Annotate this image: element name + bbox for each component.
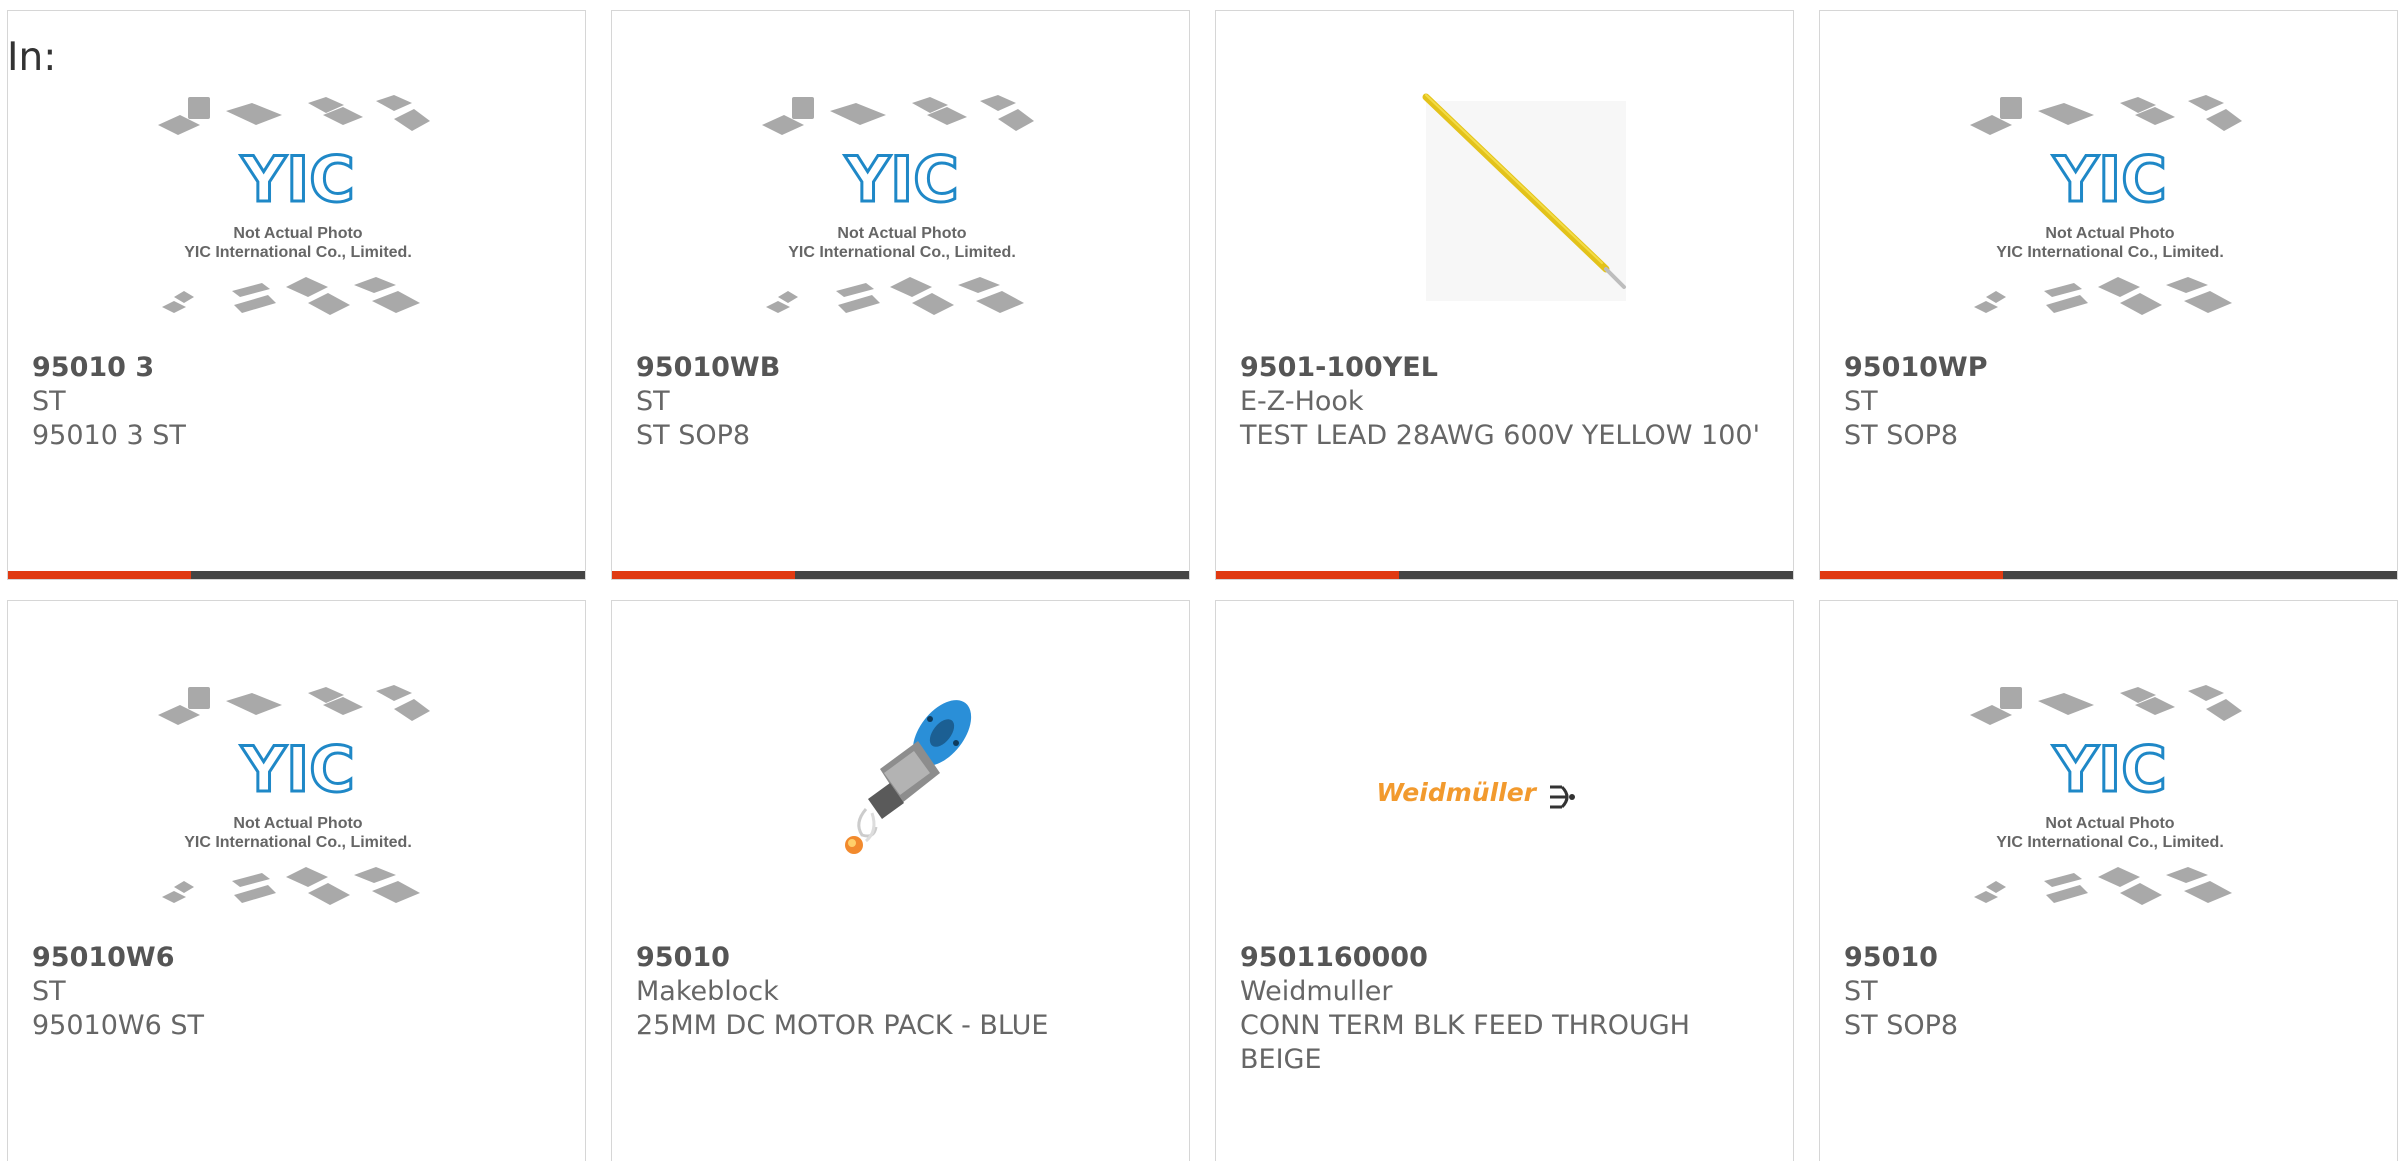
part-number[interactable]: 9501-100YEL [1240, 351, 1773, 385]
card-accent-bar [1820, 571, 2003, 579]
svg-text:YIC International Co., Limited: YIC International Co., Limited. [184, 834, 412, 851]
motor-pack-icon [844, 700, 971, 854]
product-info: 95010 Makeblock 25MM DC MOTOR PACK - BLU… [636, 941, 1169, 1043]
product-card[interactable]: YIC Not Actual Photo YIC International C… [1819, 600, 2398, 1161]
product-card[interactable]: 95010 Makeblock 25MM DC MOTOR PACK - BLU… [611, 600, 1190, 1161]
svg-text:YIC: YIC [2052, 143, 2166, 216]
svg-text:Not Actual Photo: Not Actual Photo [233, 815, 362, 832]
description: ST SOP8 [636, 420, 751, 451]
part-number[interactable]: 95010 [1844, 941, 2377, 975]
svg-text:YIC: YIC [2052, 733, 2166, 806]
yic-placeholder-icon: YIC Not Actual Photo YIC International C… [157, 685, 430, 905]
part-number[interactable]: 9501160000 [1240, 941, 1773, 975]
description: CONN TERM BLK FEED THROUGH BEIGE [1240, 1010, 1690, 1075]
svg-text:Not Actual Photo: Not Actual Photo [233, 225, 362, 242]
card-accent-bar [612, 571, 795, 579]
manufacturer: ST [1844, 976, 1878, 1007]
product-image-placeholder: YIC Not Actual Photo YIC International C… [1820, 661, 2397, 941]
card-footer-bar [1820, 571, 2397, 579]
svg-text:YIC International Co., Limited: YIC International Co., Limited. [788, 244, 1016, 261]
svg-text:Not Actual Photo: Not Actual Photo [2045, 815, 2174, 832]
product-info: 95010WP ST ST SOP8 [1844, 351, 2377, 453]
card-accent-bar [8, 571, 191, 579]
svg-text:YIC: YIC [240, 733, 354, 806]
product-image-placeholder: YIC Not Actual Photo YIC International C… [1820, 71, 2397, 351]
manufacturer: Weidmuller [1240, 976, 1393, 1007]
manufacturer: ST [636, 386, 670, 417]
product-image-placeholder: YIC Not Actual Photo YIC International C… [8, 71, 585, 351]
product-info: 95010WB ST ST SOP8 [636, 351, 1169, 453]
description: 95010 3 ST [32, 420, 186, 451]
card-footer-bar [612, 571, 1189, 579]
manufacturer: ST [32, 976, 66, 1007]
product-grid: YIC Not Actual Photo YIC International C… [7, 10, 2400, 1161]
product-card[interactable]: YIC Not Actual Photo YIC International C… [611, 10, 1190, 580]
product-info: 95010W6 ST 95010W6 ST [32, 941, 565, 1043]
product-results-page: In: YIC Not Actual Photo YIC Internation… [0, 0, 2400, 1161]
part-number[interactable]: 95010WP [1844, 351, 2377, 385]
product-card[interactable]: YIC Not Actual Photo YIC International C… [1819, 10, 2398, 580]
product-image-placeholder: YIC Not Actual Photo YIC International C… [612, 71, 1189, 351]
product-card[interactable]: YIC Not Actual Photo YIC International C… [7, 10, 586, 580]
svg-text:Not Actual Photo: Not Actual Photo [2045, 225, 2174, 242]
product-image [1216, 71, 1793, 351]
svg-text:YIC International Co., Limited: YIC International Co., Limited. [1996, 244, 2224, 261]
description: 95010W6 ST [32, 1010, 204, 1041]
manufacturer: E-Z-Hook [1240, 386, 1364, 417]
description: ST SOP8 [1844, 420, 1959, 451]
manufacturer: Makeblock [636, 976, 779, 1007]
svg-text:Weidmüller: Weidmüller [1376, 778, 1537, 807]
card-footer-bar [8, 571, 585, 579]
card-footer-bar [1216, 571, 1793, 579]
product-card[interactable]: 9501-100YEL E-Z-Hook TEST LEAD 28AWG 600… [1215, 10, 1794, 580]
svg-text:Not Actual Photo: Not Actual Photo [837, 225, 966, 242]
yic-placeholder-icon: YIC Not Actual Photo YIC International C… [1969, 685, 2242, 905]
product-image: Weidmüller [1216, 661, 1793, 941]
part-number[interactable]: 95010WB [636, 351, 1169, 385]
product-card[interactable]: YIC Not Actual Photo YIC International C… [7, 600, 586, 1161]
description: TEST LEAD 28AWG 600V YELLOW 100' [1240, 420, 1761, 451]
description: 25MM DC MOTOR PACK - BLUE [636, 1010, 1049, 1041]
card-accent-bar [1216, 571, 1399, 579]
part-number[interactable]: 95010W6 [32, 941, 565, 975]
product-image-placeholder: YIC Not Actual Photo YIC International C… [8, 661, 585, 941]
svg-text:YIC International Co., Limited: YIC International Co., Limited. [184, 244, 412, 261]
svg-text:YIC: YIC [844, 143, 958, 216]
yellow-wire-icon [1422, 93, 1626, 301]
manufacturer: ST [32, 386, 66, 417]
part-number[interactable]: 95010 [636, 941, 1169, 975]
product-info: 95010 3 ST 95010 3 ST [32, 351, 565, 453]
part-number[interactable]: 95010 3 [32, 351, 565, 385]
filter-label: In: [7, 35, 57, 80]
yic-placeholder-icon: YIC Not Actual Photo YIC International C… [761, 95, 1034, 315]
manufacturer: ST [1844, 386, 1878, 417]
product-info: 9501160000 Weidmuller CONN TERM BLK FEED… [1240, 941, 1773, 1077]
weidmuller-logo-icon: Weidmüller [1376, 778, 1575, 809]
yic-placeholder-icon: YIC Not Actual Photo YIC International C… [157, 95, 430, 315]
description: ST SOP8 [1844, 1010, 1959, 1041]
product-info: 95010 ST ST SOP8 [1844, 941, 2377, 1043]
product-info: 9501-100YEL E-Z-Hook TEST LEAD 28AWG 600… [1240, 351, 1773, 453]
svg-text:YIC International Co., Limited: YIC International Co., Limited. [1996, 834, 2224, 851]
product-card[interactable]: Weidmüller 9501160000 Weidmuller CONN TE… [1215, 600, 1794, 1161]
yic-placeholder-icon: YIC Not Actual Photo YIC International C… [1969, 95, 2242, 315]
product-image [612, 661, 1189, 941]
svg-text:YIC: YIC [240, 143, 354, 216]
